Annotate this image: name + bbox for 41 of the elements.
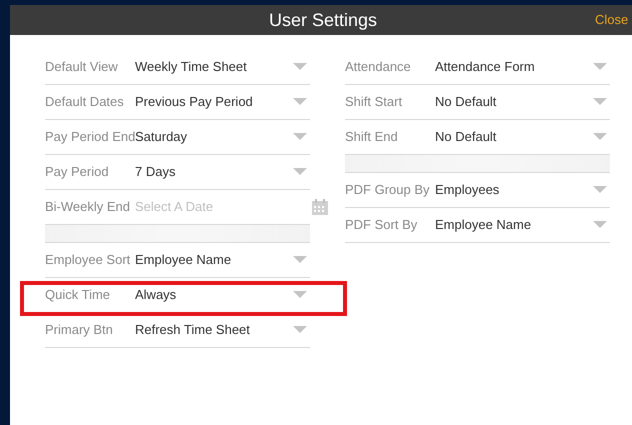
dropdown-field[interactable]: Employee Name xyxy=(135,250,310,270)
dropdown-field[interactable]: Attendance Form xyxy=(435,57,610,77)
field-label: Default Dates xyxy=(45,93,125,112)
field-label: Attendance xyxy=(345,58,412,76)
dropdown-field[interactable]: Weekly Time Sheet xyxy=(135,57,310,77)
field-label: Employee Sort xyxy=(45,251,132,270)
caret-icon xyxy=(593,186,607,194)
close-button[interactable]: Close xyxy=(595,10,628,30)
caret-icon xyxy=(293,133,307,141)
field-label: Shift End xyxy=(345,128,399,146)
caret-icon xyxy=(593,98,607,106)
field-label: PDF Group By xyxy=(345,181,431,200)
field-label: Shift Start xyxy=(345,93,404,112)
field-label: Quick Time xyxy=(45,286,112,304)
window-title: User Settings xyxy=(268,8,378,32)
caret-icon xyxy=(293,98,307,106)
dropdown-field[interactable]: Employees xyxy=(435,180,610,200)
dropdown-field[interactable]: Always xyxy=(135,285,310,305)
field-label: PDF Sort By xyxy=(345,216,418,234)
field-label: Primary Btn xyxy=(45,321,114,340)
field-label: Bi-Weekly End xyxy=(45,198,132,216)
caret-icon xyxy=(293,63,307,71)
dropdown-field[interactable]: No Default xyxy=(435,127,610,147)
caret-icon xyxy=(593,133,607,141)
caret-icon xyxy=(593,221,607,229)
dropdown-field[interactable]: Previous Pay Period xyxy=(135,92,310,112)
caret-icon xyxy=(293,256,307,264)
date-field[interactable]: Select A Date xyxy=(135,197,311,217)
dropdown-field[interactable]: Refresh Time Sheet xyxy=(135,320,310,340)
dropdown-field[interactable]: 7 Days xyxy=(135,162,310,182)
caret-icon xyxy=(293,168,307,176)
dropdown-field[interactable]: No Default xyxy=(435,92,610,112)
caret-icon xyxy=(293,291,307,299)
field-label: Pay Period xyxy=(45,163,110,182)
caret-icon xyxy=(593,63,607,71)
dropdown-field[interactable]: Employee Name xyxy=(435,215,610,235)
calendar-icon xyxy=(311,198,329,216)
dropdown-field[interactable]: Saturday xyxy=(135,127,310,147)
field-label: Pay Period End xyxy=(45,128,135,146)
field-label: Default View xyxy=(45,58,119,76)
caret-icon xyxy=(293,326,307,334)
